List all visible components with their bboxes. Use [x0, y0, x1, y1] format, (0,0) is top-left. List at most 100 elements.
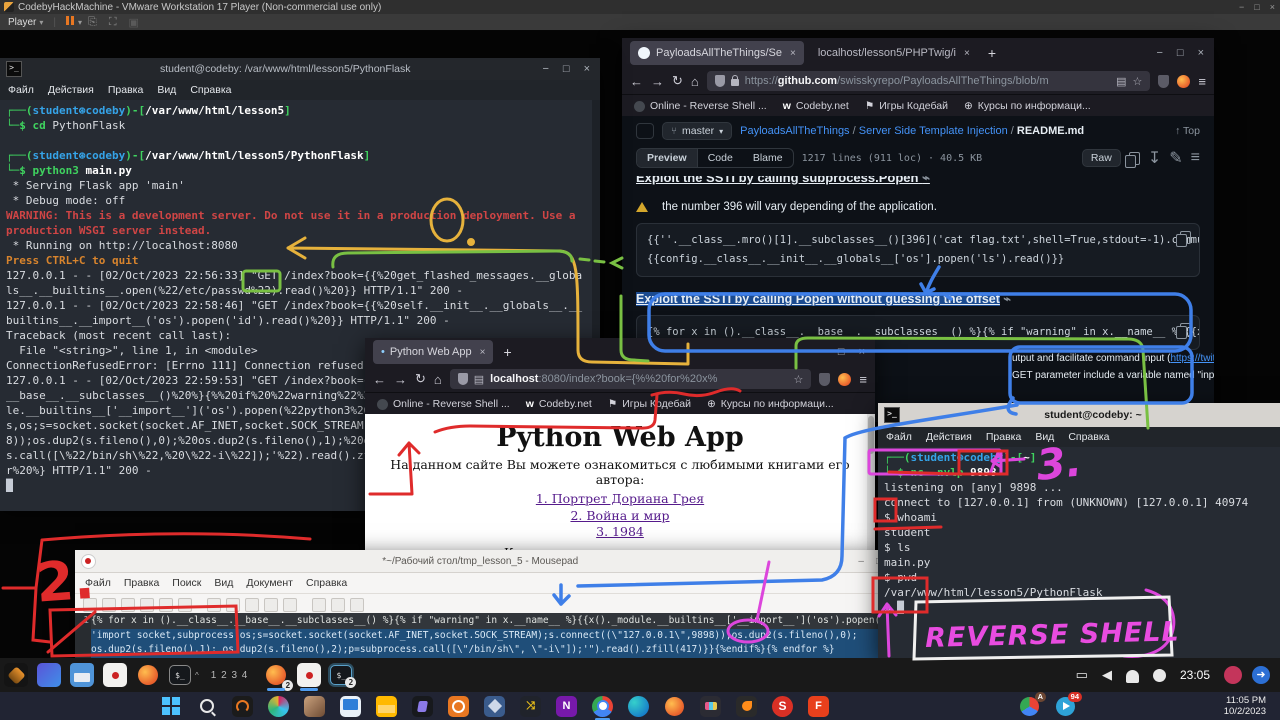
- menu-view[interactable]: Вид: [214, 577, 233, 589]
- f-app-icon[interactable]: F: [808, 696, 829, 717]
- bookmark-kursy[interactable]: ⊕Курсы по информаци...: [707, 398, 834, 410]
- chrome-tray-icon[interactable]: A: [1019, 696, 1040, 717]
- clock[interactable]: 23:05: [1180, 668, 1210, 682]
- redo-icon[interactable]: [226, 598, 240, 612]
- update-icon[interactable]: ➜: [1252, 666, 1270, 684]
- breadcrumb-repo[interactable]: PayloadsAllTheThings: [740, 125, 849, 137]
- menu-hamburger-icon[interactable]: ≡: [1198, 74, 1206, 89]
- menu-view[interactable]: Вид: [157, 84, 176, 96]
- edit-pencil-icon[interactable]: ✎: [1169, 148, 1182, 168]
- close-button[interactable]: ×: [859, 346, 865, 358]
- portrait-app-icon[interactable]: [304, 696, 325, 717]
- close-tab-icon[interactable]: ×: [480, 347, 486, 358]
- tab-python-web-app[interactable]: • Python Web App ×: [373, 340, 493, 364]
- task-firefox[interactable]: 2: [264, 663, 288, 687]
- url-bar[interactable]: https://github.com/swisskyrepo/PayloadsA…: [707, 71, 1151, 91]
- menu-help[interactable]: Справка: [306, 577, 347, 589]
- branch-selector[interactable]: ⑂master▾: [662, 122, 732, 140]
- vmware-player-menu[interactable]: Player: [8, 17, 36, 28]
- workspace-switcher[interactable]: 1 2 3 4: [211, 670, 249, 681]
- url-bar[interactable]: ▤ localhost:8080/index?book={%%20for%20x…: [450, 369, 812, 389]
- close-tab-icon[interactable]: ×: [964, 48, 970, 59]
- bookmark-codeby-net[interactable]: wCodeby.net: [526, 398, 592, 410]
- reload-icon[interactable]: [159, 598, 173, 612]
- copy-icon[interactable]: [1180, 231, 1191, 244]
- new-file-icon[interactable]: [83, 598, 97, 612]
- task-mousepad[interactable]: [297, 663, 321, 687]
- tab-code[interactable]: Code: [698, 149, 743, 167]
- speedtest-icon[interactable]: [232, 696, 253, 717]
- minimize-button[interactable]: –: [858, 556, 864, 567]
- maximize-button[interactable]: □: [838, 346, 845, 358]
- bookmark-igry-kodebay[interactable]: ⚑Игры Кодебай: [865, 100, 948, 112]
- vmware-minimize-button[interactable]: −: [1239, 2, 1244, 12]
- minimize-button[interactable]: −: [817, 346, 823, 358]
- firefox-account-icon[interactable]: [1177, 75, 1190, 88]
- vmware-close-button[interactable]: ×: [1270, 2, 1275, 12]
- menu-actions[interactable]: Действия: [926, 431, 972, 443]
- goto-icon[interactable]: [350, 598, 364, 612]
- replace-icon[interactable]: [331, 598, 345, 612]
- menu-file[interactable]: Файл: [886, 431, 912, 443]
- back-icon[interactable]: ←: [630, 74, 643, 89]
- search-icon[interactable]: [312, 598, 326, 612]
- bookmark-star-icon[interactable]: ☆: [1133, 75, 1143, 88]
- book-link-2[interactable]: 2. Война и мир: [365, 508, 875, 525]
- window-tray-icon[interactable]: ▭: [1076, 667, 1088, 683]
- save-icon[interactable]: [121, 598, 135, 612]
- reload-icon[interactable]: ↻: [415, 371, 426, 387]
- telegram-icon[interactable]: 94: [1055, 696, 1076, 717]
- home-icon[interactable]: ⌂: [691, 74, 699, 89]
- obsidian-icon[interactable]: [412, 696, 433, 717]
- file-tree-icon[interactable]: [636, 123, 654, 139]
- mousepad-launcher-icon[interactable]: [103, 663, 127, 687]
- page-scrollbar[interactable]: [867, 414, 875, 560]
- chrome-icon[interactable]: [592, 696, 613, 717]
- bookmark-igry-kodebay[interactable]: ⚑Игры Кодебай: [608, 398, 691, 410]
- maximize-button[interactable]: □: [1177, 47, 1184, 59]
- copy-icon[interactable]: [1180, 323, 1191, 336]
- virtualbox-icon[interactable]: [484, 696, 505, 717]
- book-link-1[interactable]: 1. Портрет Дориана Грея: [365, 491, 875, 508]
- paste-icon[interactable]: [283, 598, 297, 612]
- chevron-up-icon[interactable]: ^: [195, 671, 199, 680]
- codeby-logo-icon[interactable]: [4, 663, 28, 687]
- breadcrumb-dir[interactable]: Server Side Template Injection: [859, 125, 1008, 137]
- system-clock[interactable]: 11:05 PM 10/2/2023: [1224, 695, 1266, 717]
- notification-bell-icon[interactable]: [1126, 670, 1139, 683]
- task-terminal-active[interactable]: $_2: [330, 665, 352, 685]
- power-manager-icon[interactable]: [1153, 669, 1166, 682]
- copy-icon[interactable]: [264, 598, 278, 612]
- search-icon[interactable]: [196, 696, 217, 717]
- menu-edit[interactable]: Правка: [986, 431, 1021, 443]
- forward-icon[interactable]: →: [651, 74, 664, 89]
- raw-button[interactable]: Raw: [1082, 149, 1121, 167]
- menu-hamburger-icon[interactable]: ≡: [859, 372, 867, 387]
- minimize-button[interactable]: −: [1156, 47, 1162, 59]
- orange-gear-app-icon[interactable]: [448, 696, 469, 717]
- anchor-link-icon[interactable]: ⌁: [922, 176, 930, 185]
- edge-icon[interactable]: [628, 696, 649, 717]
- title-bar[interactable]: >_ student@codeby: /var/www/html/lesson5…: [0, 58, 600, 80]
- close-doc-icon[interactable]: [178, 598, 192, 612]
- show-desktop-icon[interactable]: [37, 663, 61, 687]
- close-tab-icon[interactable]: ×: [790, 48, 796, 59]
- tab-blame[interactable]: Blame: [743, 149, 793, 167]
- top-link[interactable]: ↑ Top: [1175, 125, 1200, 137]
- file-manager-icon[interactable]: [70, 663, 94, 687]
- vmware-devices-icon[interactable]: ▣: [129, 16, 139, 29]
- undo-icon[interactable]: [207, 598, 221, 612]
- red-s-app-icon[interactable]: S: [772, 696, 793, 717]
- bookmark-kursy[interactable]: ⊕Курсы по информаци...: [964, 100, 1091, 112]
- scrollbar-thumb[interactable]: [868, 416, 874, 454]
- bookmark-online-reverse-shell[interactable]: Online - Reverse Shell ...: [377, 398, 510, 410]
- menu-actions[interactable]: Действия: [48, 84, 94, 96]
- davinci-resolve-icon[interactable]: [700, 696, 721, 717]
- vmware-send-keys-icon[interactable]: ⎘: [88, 16, 97, 29]
- copy-icon[interactable]: [1129, 152, 1140, 165]
- tab-preview[interactable]: Preview: [637, 149, 698, 167]
- maximize-button[interactable]: □: [563, 63, 570, 75]
- fl-studio-icon[interactable]: [736, 696, 757, 717]
- menu-edit[interactable]: Правка: [124, 577, 159, 589]
- close-button[interactable]: ×: [1198, 47, 1204, 59]
